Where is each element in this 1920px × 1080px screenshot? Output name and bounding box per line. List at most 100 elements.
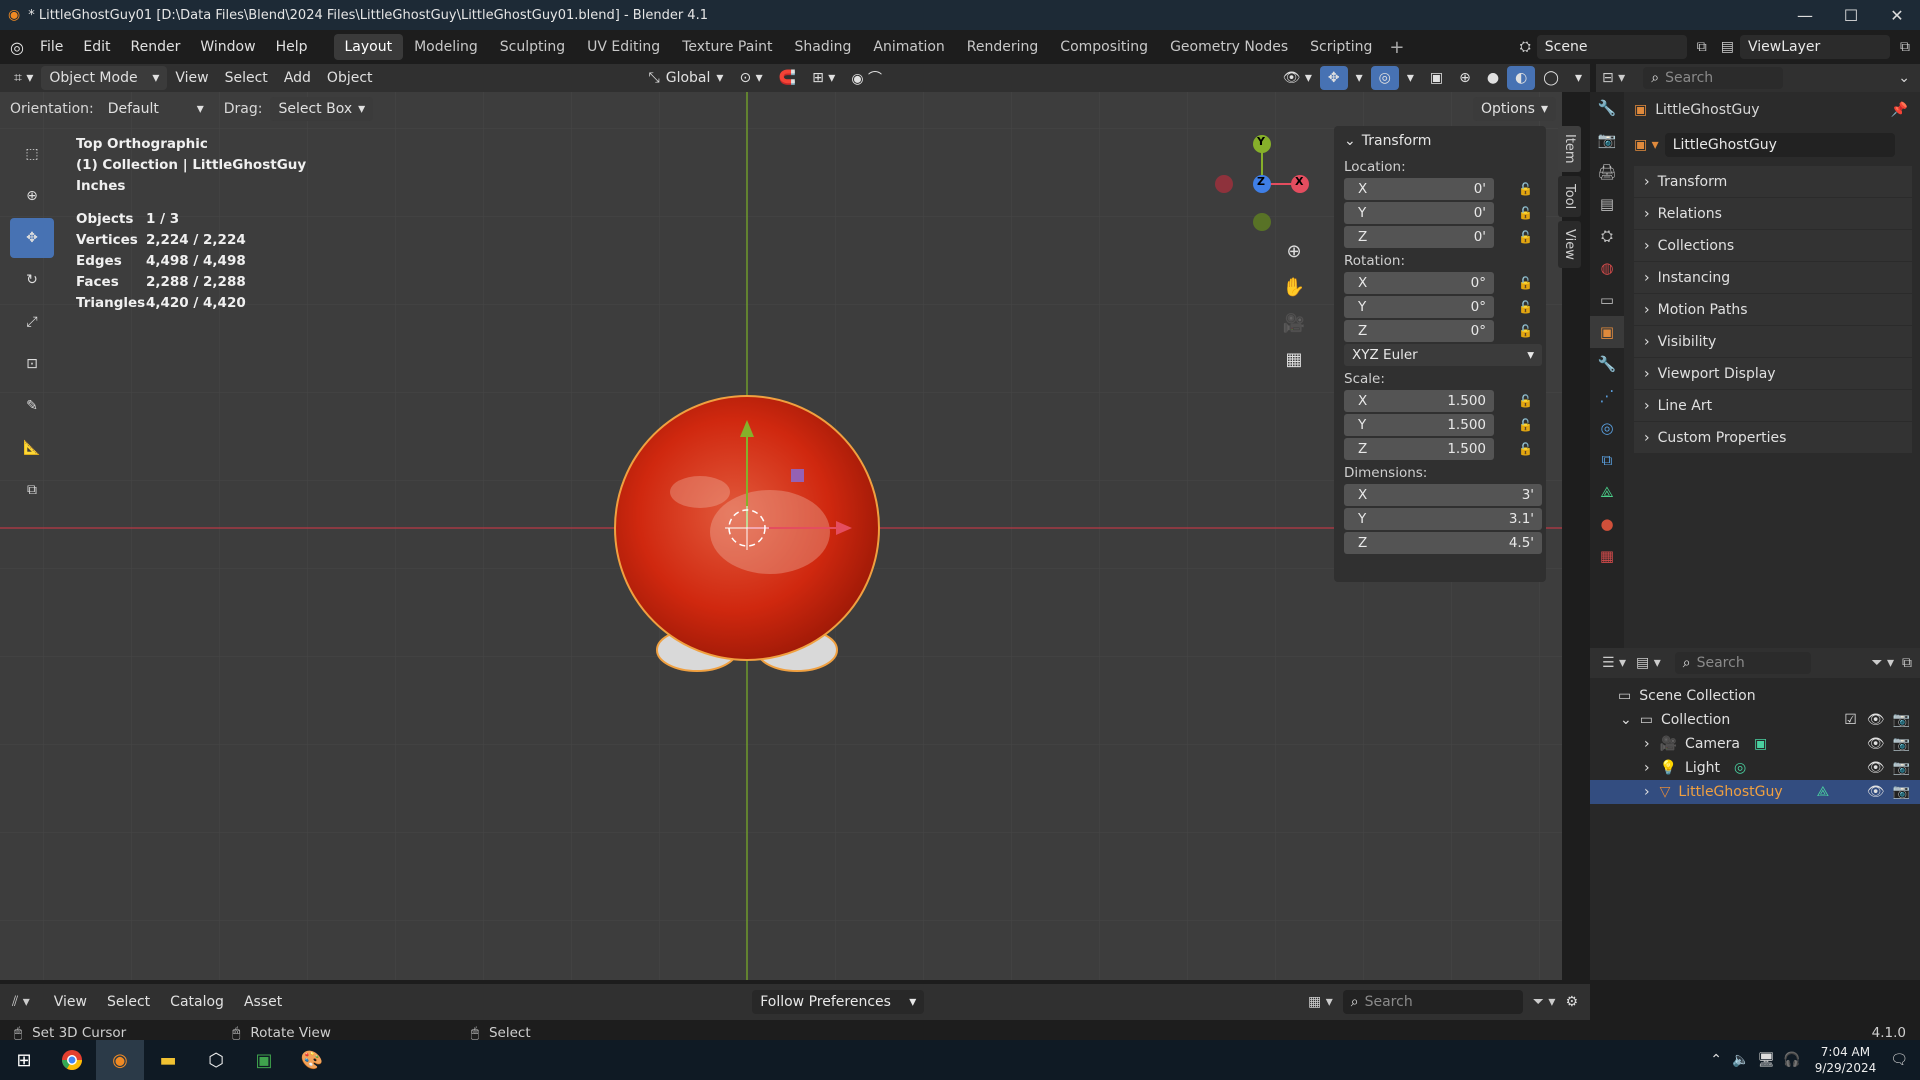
file-explorer-icon[interactable]: ▬ xyxy=(144,1040,192,1080)
section-viewport-display[interactable]: › Viewport Display xyxy=(1634,358,1912,390)
display-mode-icon[interactable]: ▤ ▾ xyxy=(1636,655,1661,671)
notification-icon[interactable]: 🗨 xyxy=(1890,1052,1908,1068)
tab-animation[interactable]: Animation xyxy=(862,34,955,60)
camera-view-icon[interactable]: 🎥 xyxy=(1280,306,1308,342)
transform-panel-header[interactable]: ⌄ Transform xyxy=(1334,126,1546,156)
menu-help[interactable]: Help xyxy=(266,39,318,55)
outliner-item-littleghostguy[interactable]: › ▽ LittleGhostGuy ⟁ 👁 📷 xyxy=(1590,780,1920,804)
eye-icon[interactable]: 👁 xyxy=(1867,736,1885,752)
transform-tool[interactable]: ⊡ xyxy=(10,344,54,384)
outliner-item-light[interactable]: › 💡 Light ◎ 👁 📷 xyxy=(1590,756,1920,780)
view-layer-selector[interactable]: ViewLayer xyxy=(1740,35,1890,59)
snap-toggle[interactable]: 🧲 xyxy=(771,66,804,90)
world-icon[interactable]: ◍ xyxy=(1590,252,1624,284)
new-view-layer-icon[interactable]: ⧉ xyxy=(1900,39,1910,55)
scale-z-field[interactable]: Z 1.500 xyxy=(1344,438,1494,460)
tab-uv-editing[interactable]: UV Editing xyxy=(576,34,671,60)
chevron-right-icon[interactable]: › xyxy=(1644,736,1650,752)
pivot-point-button[interactable]: ⊙ ▾ xyxy=(731,66,770,90)
section-collections[interactable]: › Collections xyxy=(1634,230,1912,262)
dimensions-z-field[interactable]: Z 4.5' xyxy=(1344,532,1542,554)
data-icon[interactable]: ⟁ xyxy=(1590,476,1624,508)
windows-start-icon[interactable]: ⊞ xyxy=(0,1040,48,1080)
clock[interactable]: 7:04 AM 9/29/2024 xyxy=(1815,1044,1877,1076)
outliner-item-camera[interactable]: › 🎥 Camera ▣ 👁 📷 xyxy=(1590,732,1920,756)
drag-dropdown[interactable]: Select Box ▾ xyxy=(270,97,374,121)
overlay-toggle[interactable]: ◎ xyxy=(1370,66,1399,90)
tab-scripting[interactable]: Scripting xyxy=(1299,34,1383,60)
chevron-up-icon[interactable]: ⌃ xyxy=(1710,1052,1722,1068)
object-name-field[interactable]: LittleGhostGuy xyxy=(1664,133,1895,157)
xray-toggle[interactable]: ▣ xyxy=(1422,66,1451,90)
chevron-down-icon[interactable]: ⌄ xyxy=(1898,70,1910,86)
cursor-tool[interactable]: ⊕ xyxy=(10,176,54,216)
shading-wireframe-button[interactable]: ⊕ xyxy=(1451,66,1479,90)
lock-icon[interactable]: 🔓 xyxy=(1518,206,1536,222)
new-scene-icon[interactable]: ⧉ xyxy=(1697,39,1707,55)
asset-view-menu[interactable]: View xyxy=(44,994,97,1010)
chevron-right-icon[interactable]: › xyxy=(1644,760,1650,776)
shading-material-button[interactable]: ◐ xyxy=(1507,66,1536,90)
menu-file[interactable]: File xyxy=(30,39,73,55)
rotation-mode-dropdown[interactable]: XYZ Euler ▾ xyxy=(1344,344,1542,366)
visibility-button[interactable]: 👁 ▾ xyxy=(1275,66,1320,90)
tab-modeling[interactable]: Modeling xyxy=(403,34,489,60)
tab-shading[interactable]: Shading xyxy=(784,34,863,60)
section-visibility[interactable]: › Visibility xyxy=(1634,326,1912,358)
lock-icon[interactable]: 🔓 xyxy=(1518,230,1536,246)
scale-y-field[interactable]: Y 1.500 xyxy=(1344,414,1494,436)
scene-selector[interactable]: Scene xyxy=(1536,35,1687,59)
network-icon[interactable]: 🖥 xyxy=(1757,1052,1775,1068)
tab-sculpting[interactable]: Sculpting xyxy=(489,34,576,60)
editor-type-button[interactable]: ⌗ ▾ xyxy=(6,66,41,90)
rotation-y-field[interactable]: Y 0° xyxy=(1344,296,1494,318)
close-button[interactable]: ✕ xyxy=(1874,0,1920,30)
chevron-down-icon[interactable]: ⌄ xyxy=(1620,712,1632,728)
lock-icon[interactable]: 🔓 xyxy=(1518,276,1536,292)
view-layer-icon[interactable]: ▤ xyxy=(1721,39,1734,55)
menu-render[interactable]: Render xyxy=(121,39,191,55)
rotation-x-field[interactable]: X 0° xyxy=(1344,272,1494,294)
overlay-dropdown[interactable]: ▾ xyxy=(1399,66,1422,90)
lock-icon[interactable]: 🔓 xyxy=(1518,442,1536,458)
gizmo-toggle[interactable]: ✥ xyxy=(1319,66,1348,90)
properties-search[interactable]: ⌕ Search xyxy=(1643,67,1784,89)
asset-menu[interactable]: Asset xyxy=(234,994,292,1010)
eye-icon[interactable]: 👁 xyxy=(1867,784,1885,800)
camera-render-icon[interactable]: 📷 xyxy=(1893,712,1910,728)
shading-dropdown[interactable]: ▾ xyxy=(1567,66,1590,90)
blender-taskbar-icon[interactable]: ◉ xyxy=(96,1040,144,1080)
maximize-button[interactable]: ☐ xyxy=(1828,0,1874,30)
measure-tool[interactable]: 📐 xyxy=(10,428,54,468)
pin-icon[interactable]: 📌 xyxy=(1891,102,1908,118)
object-data-icon[interactable]: ▣ ▾ xyxy=(1634,137,1659,153)
object-menu[interactable]: Object xyxy=(319,66,381,90)
tab-compositing[interactable]: Compositing xyxy=(1049,34,1159,60)
add-cube-tool[interactable]: ⧉ xyxy=(10,470,54,510)
texture-icon[interactable]: ▦ xyxy=(1590,540,1624,572)
gizmo-dropdown[interactable]: ▾ xyxy=(1348,66,1371,90)
headset-icon[interactable]: 🎧 xyxy=(1783,1052,1800,1068)
chevron-right-icon[interactable]: › xyxy=(1644,784,1650,800)
tab-tool[interactable]: Tool xyxy=(1558,175,1581,217)
camera-render-icon[interactable]: 📷 xyxy=(1893,736,1910,752)
scale-tool[interactable]: ⤢ xyxy=(10,302,54,342)
outliner-collection[interactable]: ⌄ ▭ Collection ☑ 👁 📷 xyxy=(1590,708,1920,732)
constraints-icon[interactable]: ⧉ xyxy=(1590,444,1624,476)
outliner-scene-collection[interactable]: ▭ Scene Collection xyxy=(1590,684,1920,708)
camera-render-icon[interactable]: 📷 xyxy=(1893,760,1910,776)
material-icon[interactable]: ● xyxy=(1590,508,1624,540)
menu-edit[interactable]: Edit xyxy=(73,39,120,55)
scene-icon[interactable]: ⛭ xyxy=(1590,220,1624,252)
filter-icon[interactable]: ⏷ ▾ xyxy=(1871,655,1894,671)
rotate-tool[interactable]: ↻ xyxy=(10,260,54,300)
orientation-dropdown[interactable]: Default ▾ xyxy=(100,97,212,121)
location-z-field[interactable]: Z 0' xyxy=(1344,226,1494,248)
collection-icon[interactable]: ▭ xyxy=(1590,284,1624,316)
proportional-edit-toggle[interactable]: ◉ ⌒ xyxy=(843,66,890,90)
rotation-z-field[interactable]: Z 0° xyxy=(1344,320,1494,342)
view-menu[interactable]: View xyxy=(167,66,216,90)
tab-geometry-nodes[interactable]: Geometry Nodes xyxy=(1159,34,1299,60)
editor-type-icon[interactable]: ⊟ ▾ xyxy=(1602,70,1625,86)
grid-view-icon[interactable]: ▦ xyxy=(1280,342,1308,378)
